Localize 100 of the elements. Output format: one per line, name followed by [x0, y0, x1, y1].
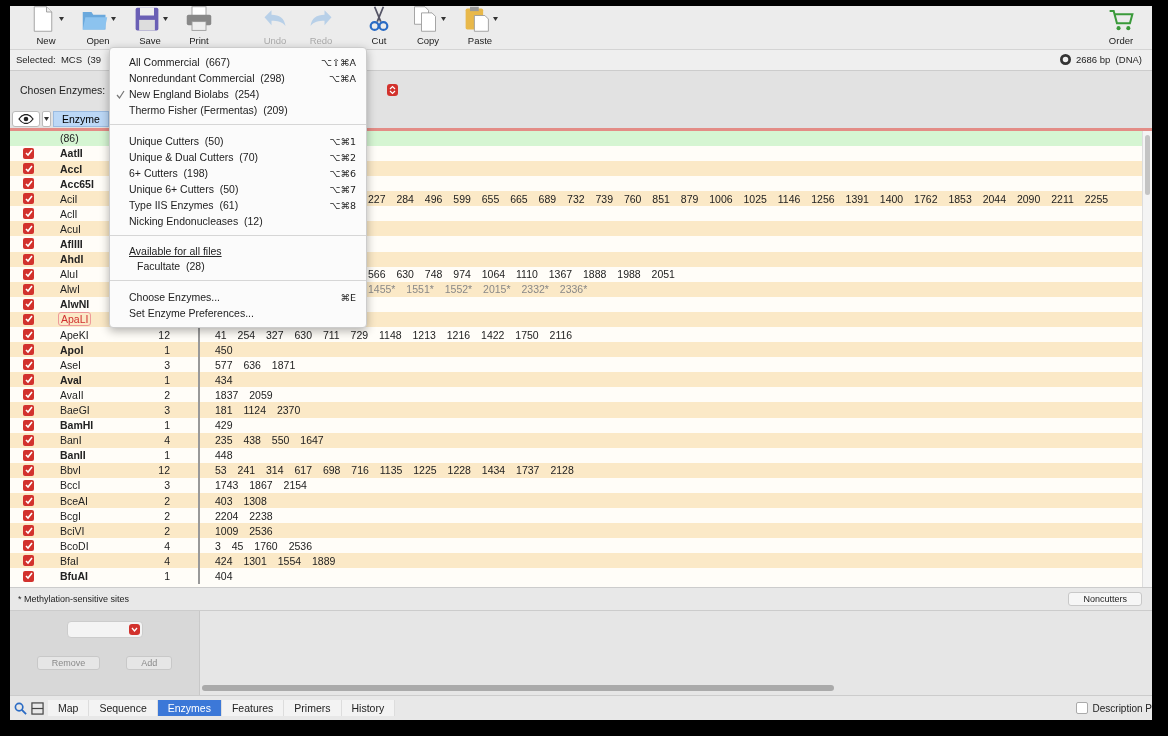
checkbox[interactable] [23, 344, 34, 356]
cut-sites: 2204 2238 [215, 509, 273, 522]
menu-item[interactable]: Unique & Dual Cutters (70) ⌥⌘2 [110, 149, 366, 165]
cut-count: 2 [164, 388, 170, 401]
new-button[interactable]: New [20, 6, 72, 46]
caret-icon [110, 17, 116, 21]
print-button[interactable]: Print [176, 6, 222, 46]
caret-icon [162, 17, 168, 21]
checkbox[interactable] [23, 283, 34, 295]
copy-button[interactable]: Copy [402, 6, 454, 46]
caret-icon [58, 17, 64, 21]
menu-item[interactable]: Type IIS Enzymes (61) ⌥⌘8 [110, 197, 366, 213]
checkbox[interactable] [23, 374, 34, 386]
cut-sites: 1009 2536 [215, 524, 273, 537]
checkbox[interactable] [23, 238, 34, 250]
enzyme-column-header[interactable]: Enzyme [53, 110, 109, 127]
menu-item[interactable]: Nonredundant Commercial (298) ⌥⌘A [110, 70, 366, 86]
checkbox[interactable] [23, 193, 34, 205]
enzyme-name: BbvI [60, 464, 81, 477]
cut-count: 1 [164, 373, 170, 386]
checkbox[interactable] [23, 540, 34, 552]
checkbox[interactable] [23, 479, 34, 491]
checkbox[interactable] [23, 147, 34, 159]
checkbox[interactable] [23, 419, 34, 431]
checkbox[interactable] [23, 253, 34, 265]
checkbox[interactable] [1075, 702, 1088, 715]
eye-icon [18, 113, 34, 124]
enzyme-name: BccI [60, 479, 81, 492]
chevron-down-icon [128, 624, 140, 636]
cut-count: 4 [164, 539, 170, 552]
cut-sites: 566 630 748 974 1064 1110 1367 1888 1988 2051 [368, 268, 675, 281]
paste-button[interactable]: Paste [454, 6, 506, 46]
checkbox[interactable] [23, 298, 34, 310]
cut-count: 2 [164, 494, 170, 507]
visibility-button[interactable] [12, 110, 40, 127]
menu-item[interactable]: Choose Enzymes... ⌘E [110, 289, 366, 305]
menu-item[interactable]: Unique 6+ Cutters (50) ⌥⌘7 [110, 181, 366, 197]
scrollbar-thumb[interactable] [202, 685, 834, 692]
cut-count: 1 [164, 449, 170, 462]
menu-item[interactable]: Nicking Endonucleases (12) [110, 213, 366, 229]
checkbox[interactable] [23, 268, 34, 280]
split-view-icon[interactable] [31, 701, 44, 715]
enzyme-name: AatII [60, 147, 83, 160]
checkbox[interactable] [23, 449, 34, 461]
checkbox[interactable] [23, 495, 34, 507]
cut-count: 12 [158, 328, 170, 341]
enzyme-name: AvaI [60, 373, 82, 386]
cut-count: 4 [164, 554, 170, 567]
checkbox[interactable] [23, 163, 34, 174]
open-button[interactable]: Open [72, 6, 124, 46]
scrollbar-thumb[interactable] [1145, 134, 1150, 195]
checkbox[interactable] [23, 359, 34, 371]
noncutters-button[interactable]: Noncutters [1068, 592, 1142, 607]
dropdown-button[interactable] [42, 110, 51, 127]
cut-count: 12 [158, 464, 170, 477]
cut-sites: 429 [215, 419, 233, 432]
cut-count: 3 [164, 404, 170, 416]
menu-item[interactable]: 6+ Cutters (198) ⌥⌘6 [110, 165, 366, 181]
checkbox[interactable] [23, 313, 34, 325]
enzyme-name: BceAI [60, 494, 88, 507]
order-button[interactable]: Order [1098, 7, 1144, 46]
view-tab[interactable]: Enzymes [157, 700, 222, 717]
checkbox[interactable] [23, 510, 34, 522]
checkbox[interactable] [23, 570, 34, 582]
enzyme-name: BcgI [60, 509, 81, 522]
menu-item[interactable]: Unique Cutters (50) ⌥⌘1 [110, 133, 366, 149]
menu-item[interactable]: Thermo Fisher (Fermentas) (209) [110, 102, 366, 118]
checkbox[interactable] [23, 404, 34, 416]
cut-count: 3 [164, 358, 170, 371]
footnote: * Methylation-sensitive sites [18, 594, 130, 605]
menu-item[interactable]: All Commercial (667) ⌥⇧⌘A [110, 54, 366, 70]
cut-count: 1 [164, 419, 170, 432]
checkbox[interactable] [23, 389, 34, 401]
search-icon[interactable] [14, 701, 27, 715]
checkbox[interactable] [23, 525, 34, 537]
enzyme-name: AciI [60, 192, 78, 205]
enzyme-name: AflIII [60, 237, 83, 250]
enzyme-name: BaeGI [60, 404, 90, 416]
stepper-icon[interactable] [387, 84, 399, 97]
cut-count: 2 [164, 524, 170, 537]
checkbox[interactable] [23, 464, 34, 476]
enzyme-name: ApeKI [60, 328, 89, 341]
enzyme-name: AhdI [60, 253, 84, 266]
enzyme-name: AclI [60, 207, 78, 220]
checkbox[interactable] [23, 434, 34, 446]
checkbox[interactable] [23, 555, 34, 567]
menu-item[interactable]: New England Biolabs (254) [110, 86, 366, 102]
cut-button[interactable]: Cut [356, 6, 402, 46]
menu-item[interactable]: Facultate (28) [110, 258, 366, 274]
enzyme-name: BanI [60, 434, 82, 447]
enzyme-name: BfaI [60, 554, 79, 567]
checkbox[interactable] [23, 208, 34, 220]
checkbox[interactable] [23, 223, 34, 235]
checkbox[interactable] [23, 329, 34, 341]
save-button[interactable]: Save [124, 6, 176, 46]
cut-sites: 181 1124 2370 [215, 404, 301, 416]
enzyme-name: AvaII [60, 388, 84, 401]
menu-item[interactable]: Set Enzyme Preferences... [110, 305, 366, 321]
checkbox[interactable] [23, 178, 34, 190]
enzyme-dropdown[interactable] [66, 621, 143, 639]
